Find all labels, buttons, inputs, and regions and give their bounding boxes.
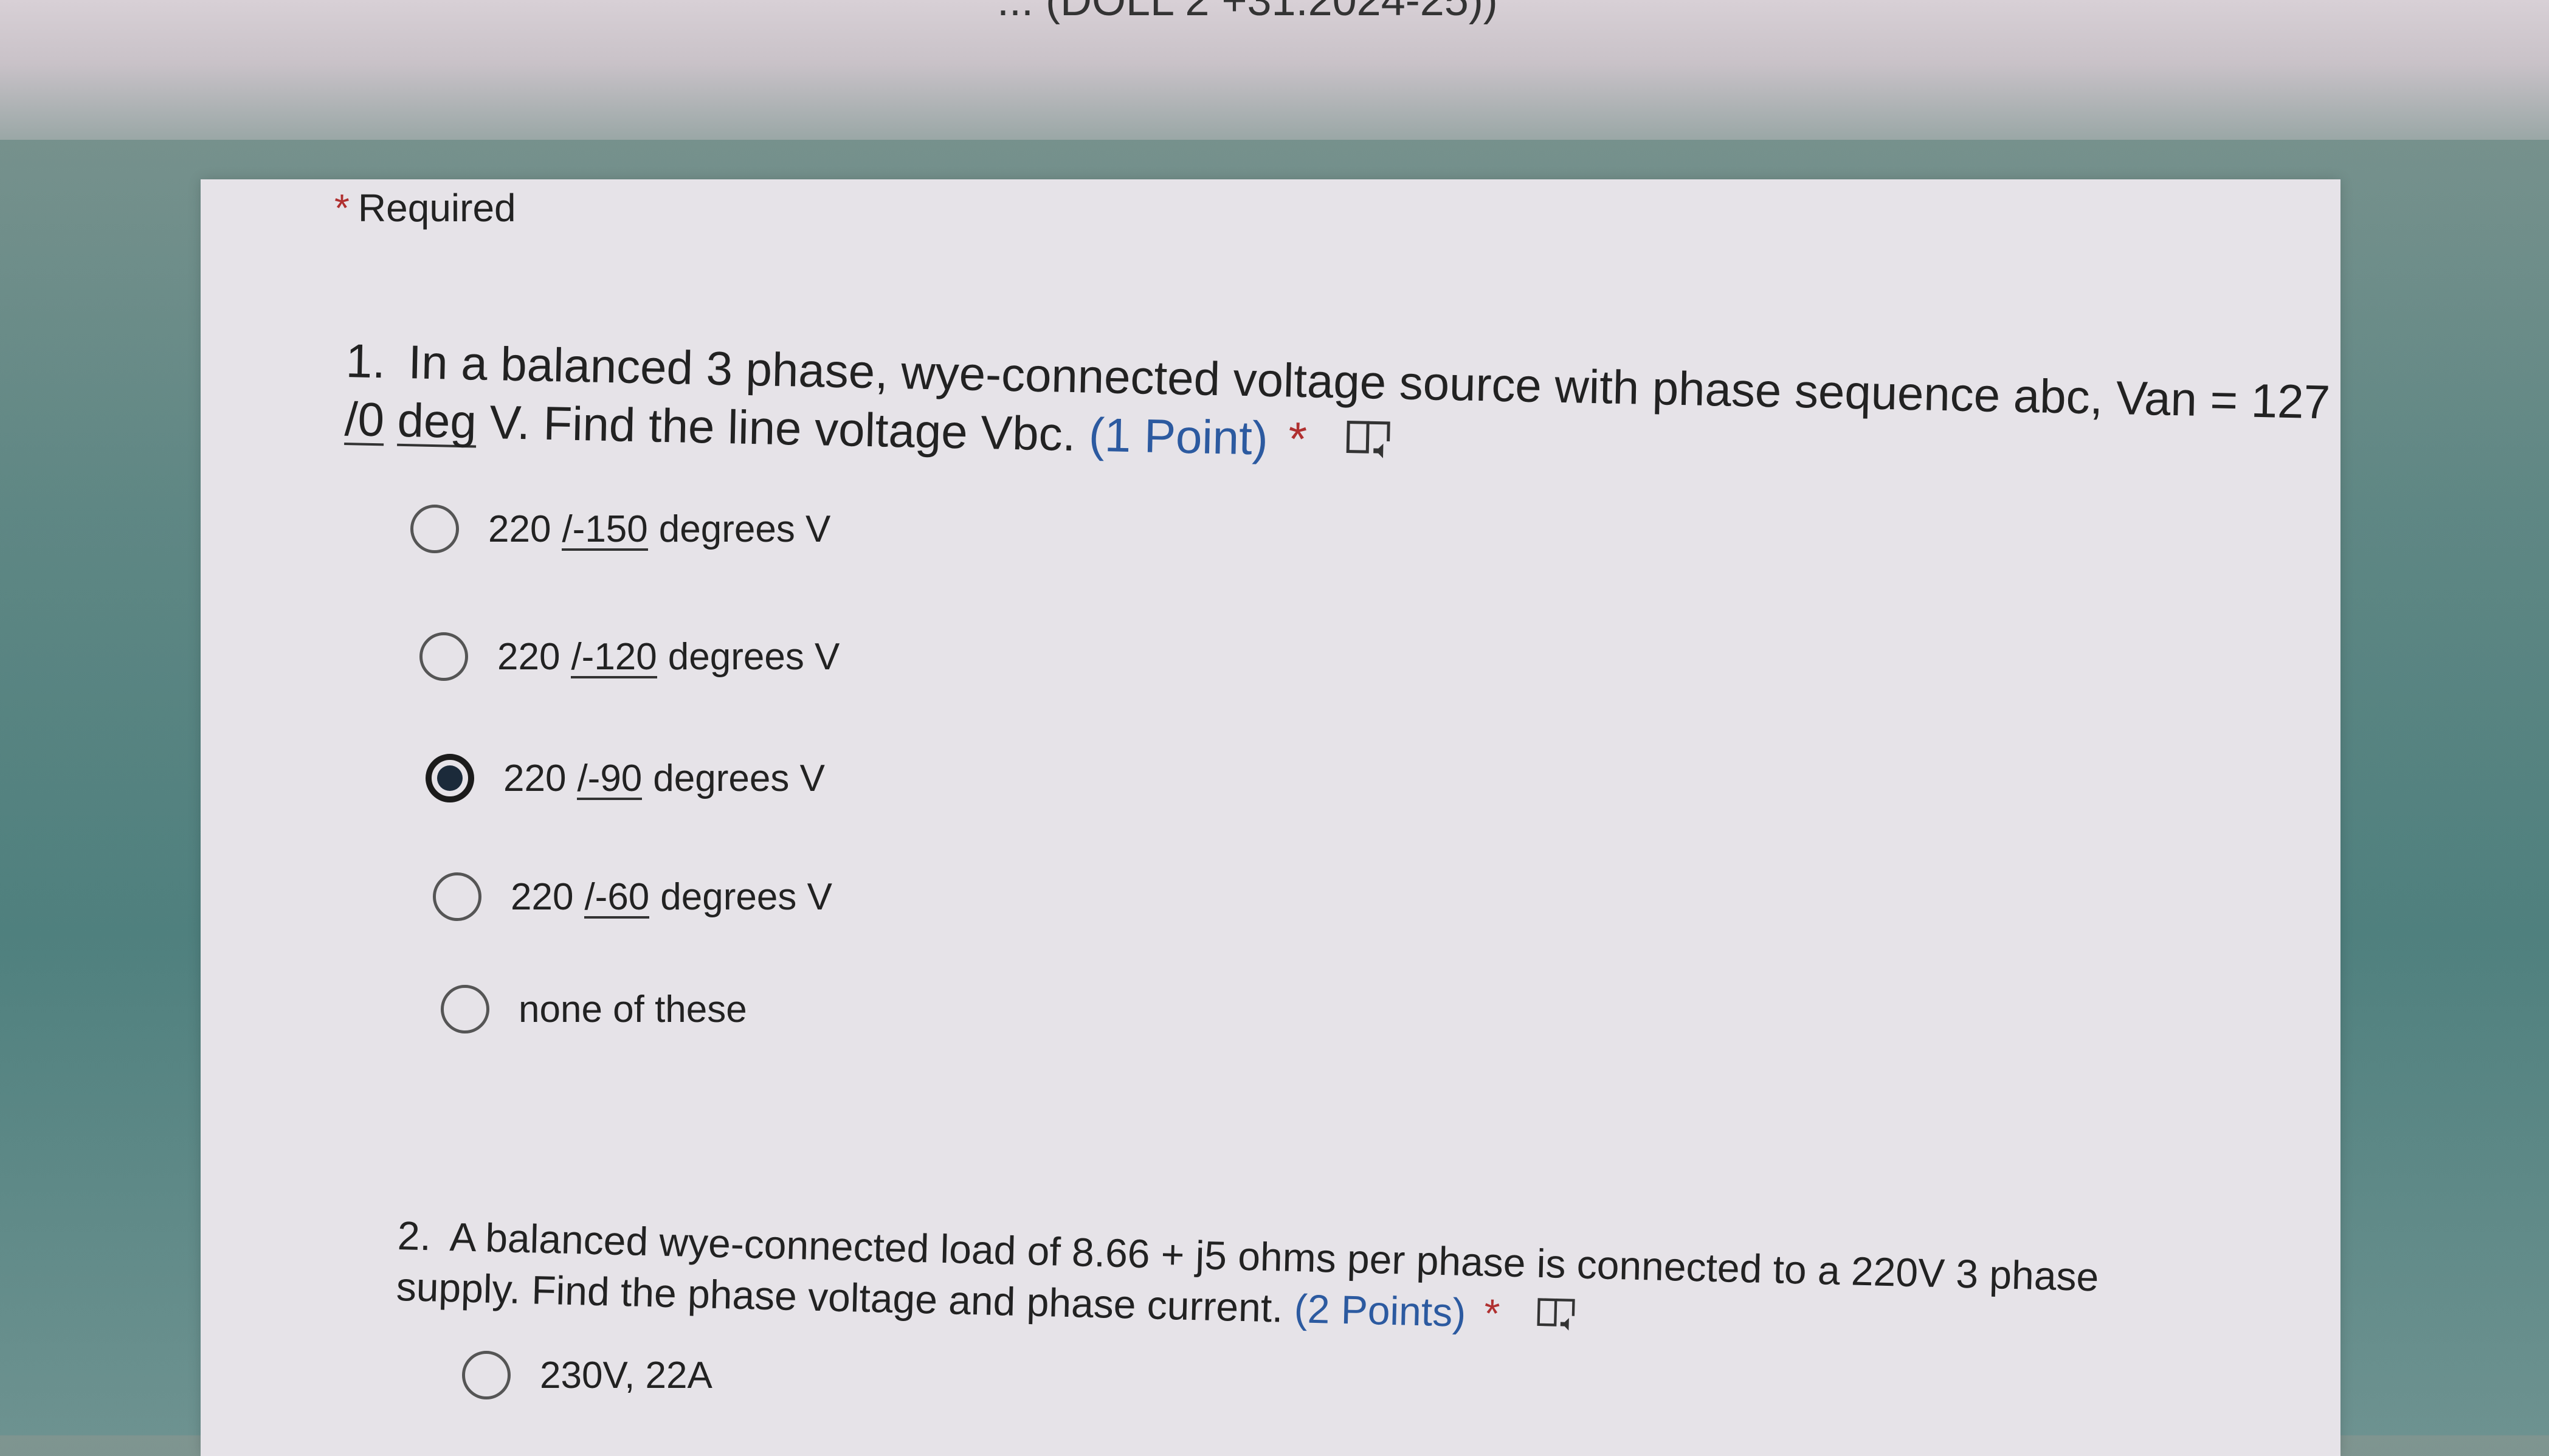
q1-option-3[interactable]: 220/-90 degrees V [426, 754, 825, 802]
angle-unit: deg [396, 393, 477, 449]
option-unit: degrees V [660, 875, 832, 918]
option-label: none of these [519, 988, 747, 1030]
q1-option-1[interactable]: 220 /-150 degrees V [410, 505, 830, 553]
option-value: 220 [497, 635, 561, 678]
page-title-fragment: ... (DOLL 2 +31.2024-25)) [997, 0, 1498, 25]
option-unit: degrees V [667, 635, 840, 678]
question-text-part-2: V. Find the line voltage Vbc. [489, 395, 1077, 461]
immersive-reader-icon[interactable] [1343, 415, 1393, 474]
option-label: 230V, 22A [540, 1354, 712, 1396]
angle-symbol: /0 [344, 392, 385, 447]
question-number: 2. [397, 1212, 432, 1259]
radio-button[interactable] [410, 505, 459, 553]
required-label: Required [357, 186, 516, 230]
option-angle: /-150 [562, 508, 648, 551]
option-angle: /-120 [571, 635, 657, 678]
q1-option-4[interactable]: 220/-60 degrees V [433, 872, 832, 921]
question-number: 1. [345, 333, 386, 388]
option-label: 220/-90 degrees V [503, 757, 825, 800]
option-angle: /-90 [577, 757, 643, 800]
browser-top-strip: ... (DOLL 2 +31.2024-25)) [0, 0, 2549, 140]
option-unit: degrees V [653, 757, 825, 799]
question-points: (1 Point) [1088, 407, 1269, 465]
required-star: * [334, 186, 350, 230]
question-points: (2 Points) [1293, 1286, 1467, 1335]
radio-button[interactable] [419, 632, 468, 681]
q1-option-5[interactable]: none of these [441, 985, 747, 1033]
immersive-reader-icon[interactable] [1534, 1292, 1578, 1344]
required-notice: * Required [334, 185, 516, 230]
radio-button[interactable] [441, 985, 489, 1033]
required-asterisk: * [1288, 412, 1308, 466]
radio-button[interactable] [433, 872, 481, 921]
required-asterisk: * [1483, 1290, 1501, 1336]
q1-option-2[interactable]: 220/-120 degrees V [419, 632, 840, 681]
q2-option-1[interactable]: 230V, 22A [462, 1351, 712, 1399]
option-value: 220 [511, 875, 574, 918]
option-label: 220/-60 degrees V [511, 875, 832, 919]
option-angle: /-60 [584, 875, 650, 919]
option-label: 220/-120 degrees V [497, 635, 840, 678]
option-unit: degrees V [658, 508, 831, 550]
radio-button[interactable] [462, 1351, 511, 1399]
radio-button-selected[interactable] [426, 754, 474, 802]
option-label: 220 /-150 degrees V [488, 508, 830, 551]
option-value: 220 [503, 757, 567, 799]
option-value: 220 [488, 508, 551, 550]
